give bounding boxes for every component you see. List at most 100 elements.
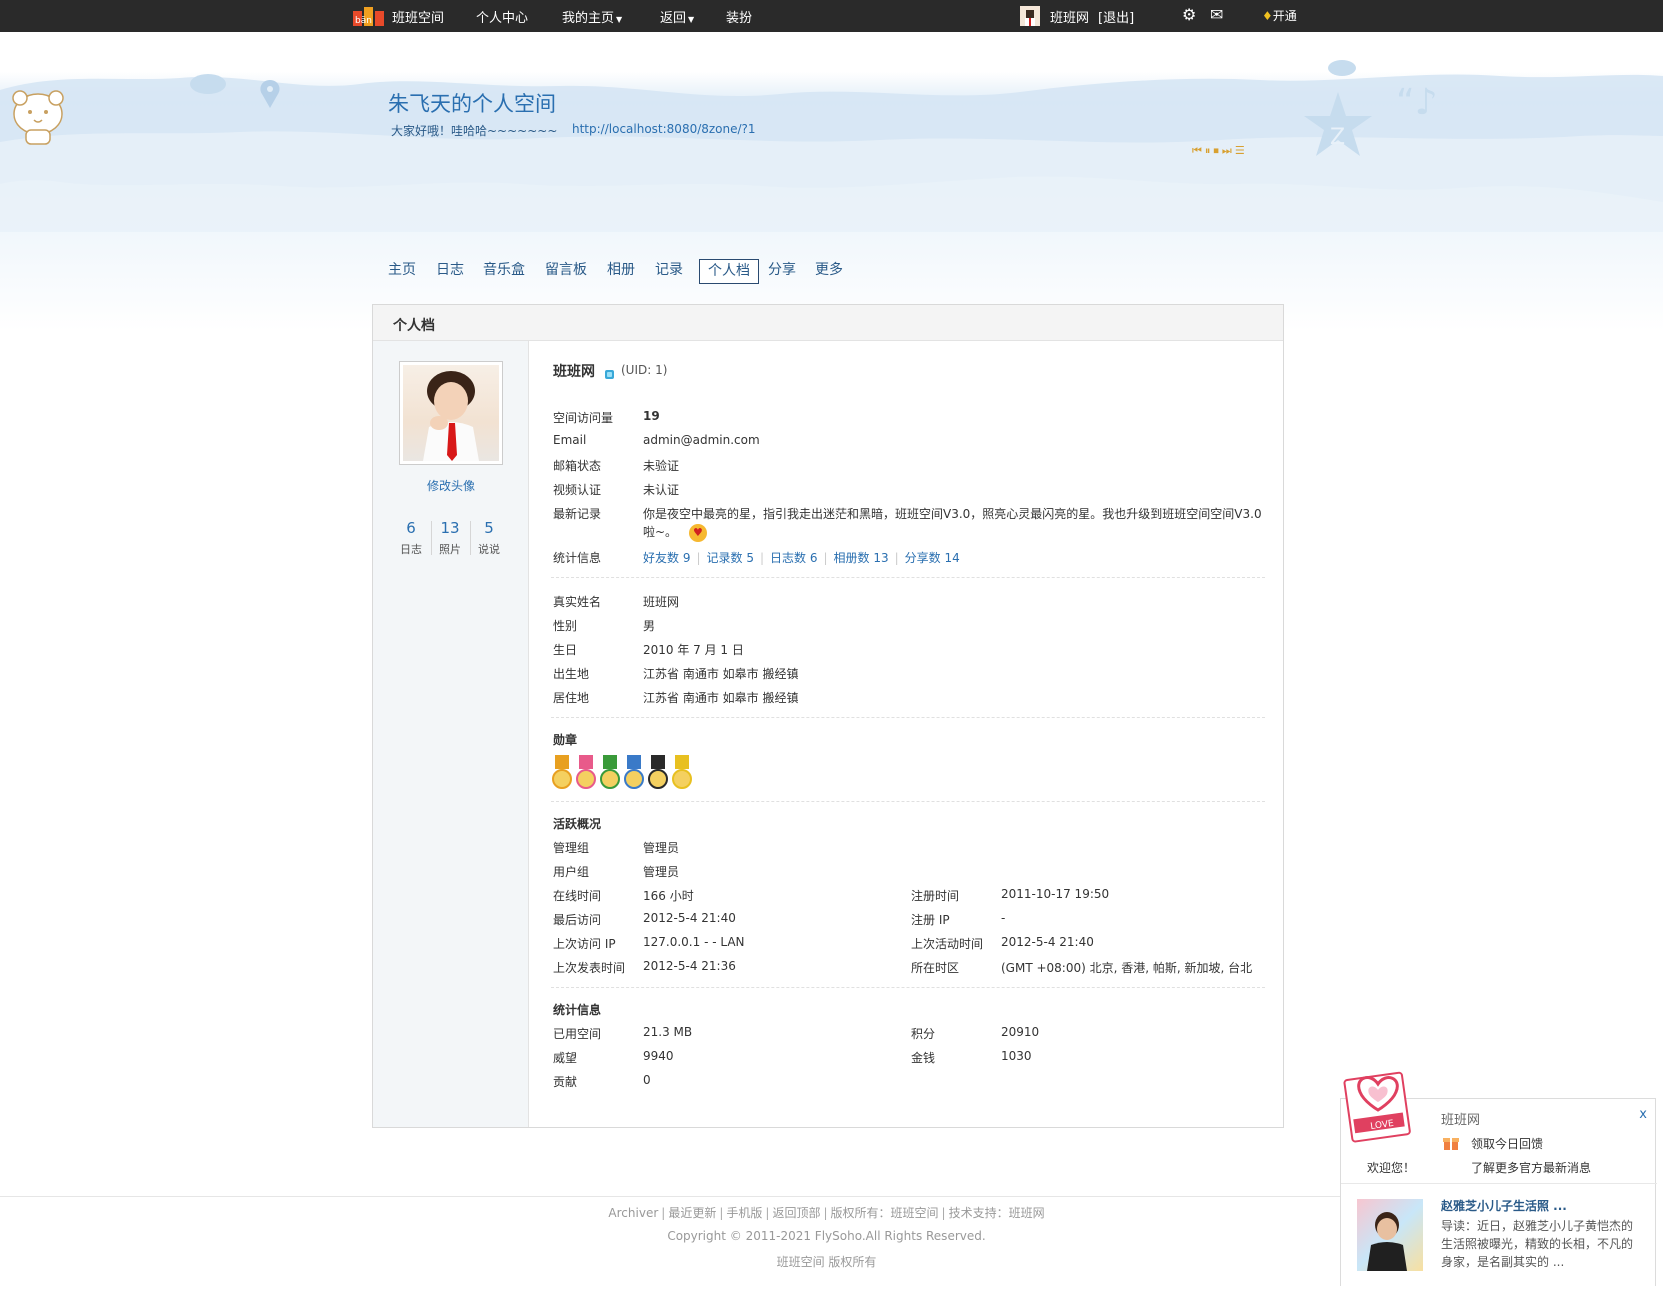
tab-more[interactable]: 更多	[807, 259, 851, 284]
timezone-value: (GMT +08:00) 北京, 香港, 帕斯, 新加坡, 台北	[1001, 961, 1253, 975]
tab-home[interactable]: 主页	[380, 259, 424, 284]
statistics-title: 统计信息	[553, 1003, 602, 1017]
site-name-link[interactable]: 班班空间	[392, 7, 444, 26]
money-label: 金钱	[911, 1051, 936, 1065]
medal-icon[interactable]	[575, 755, 597, 791]
last-post-label: 上次发表时间	[553, 961, 626, 975]
tab-records[interactable]: 记录	[647, 259, 691, 284]
blogs-count-link[interactable]: 日志数 6	[770, 551, 817, 565]
open-vip-link[interactable]: ♦开通	[1262, 7, 1297, 24]
playlist-icon[interactable]: ☰	[1235, 144, 1248, 157]
change-avatar-link[interactable]: 修改头像	[373, 477, 529, 494]
space-banner: Z “♪ 朱飞天的个人空间 大家好哦！哇哈哈~~~~~~~ http://loc…	[0, 32, 1663, 332]
tab-guestbook[interactable]: 留言板	[537, 259, 595, 284]
tab-share[interactable]: 分享	[760, 259, 804, 284]
daily-reward-link[interactable]: 领取今日回馈	[1471, 1135, 1543, 1152]
stat-moods[interactable]: 5 说说	[469, 519, 509, 557]
profile-panel: 个人档 修改头像 6 日志 13 照片 5 说说 班班网 (UID: 1) 空间…	[372, 304, 1284, 1128]
birthday-value: 2010 年 7 月 1 日	[643, 643, 744, 657]
personal-center-link[interactable]: 个人中心	[476, 7, 528, 26]
friends-count-link[interactable]: 好友数 9	[643, 551, 690, 565]
admin-group-label: 管理组	[553, 841, 590, 855]
my-home-menu[interactable]: 我的主页 ▼	[562, 7, 622, 26]
logout-link[interactable]: [退出]	[1098, 7, 1134, 26]
medal-icon[interactable]	[551, 755, 573, 791]
divider: |	[765, 1206, 770, 1220]
residence-label: 居住地	[553, 691, 590, 705]
footer-support-link[interactable]: 技术支持：班班网	[949, 1206, 1045, 1220]
shares-count-link[interactable]: 分享数 14	[905, 551, 960, 565]
previous-track-icon[interactable]: ⏮	[1192, 144, 1205, 157]
notice-username[interactable]: 班班网	[1441, 1109, 1480, 1128]
article-title-link[interactable]: 赵雅芝小儿子生活照 ...	[1441, 1197, 1567, 1214]
latest-label: 最新记录	[553, 507, 602, 521]
profile-username: 班班网	[553, 364, 595, 380]
used-space-label: 已用空间	[553, 1027, 602, 1041]
close-icon[interactable]: x	[1639, 1107, 1647, 1122]
email-status-label: 邮箱状态	[553, 459, 602, 473]
user-group-link[interactable]: 管理员	[643, 863, 679, 880]
avatar-photo	[423, 371, 479, 461]
smiley-icon: ♥	[688, 523, 707, 542]
open-vip-label: 开通	[1272, 9, 1297, 23]
admin-group-link[interactable]: 管理员	[643, 839, 679, 856]
email-label: Email	[553, 433, 587, 447]
tab-album[interactable]: 相册	[599, 259, 643, 284]
next-track-icon[interactable]: ⏭	[1222, 144, 1235, 157]
love-card-icon[interactable]: LOVE	[1340, 1066, 1416, 1146]
points-label: 积分	[911, 1027, 936, 1041]
footer-copyright-link[interactable]: 版权所有：班班空间	[831, 1206, 939, 1220]
video-value: 未认证	[643, 483, 680, 497]
decorate-link[interactable]: 装扮	[726, 7, 752, 26]
article-thumbnail[interactable]	[1357, 1199, 1423, 1271]
mail-icon[interactable]: ✉	[1210, 6, 1223, 24]
footer-mobile-link[interactable]: 手机版	[726, 1206, 762, 1220]
residence-value: 江苏省 南通市 如皋市 搬经镇	[643, 691, 799, 705]
stat-blogs[interactable]: 6 日志	[391, 519, 431, 557]
footer-archiver-link[interactable]: Archiver	[608, 1206, 658, 1220]
register-ip-label: 注册 IP	[911, 913, 950, 927]
username-link[interactable]: 班班网	[1050, 7, 1089, 26]
medal-icon[interactable]	[599, 755, 621, 791]
gender-label: 性别	[553, 619, 578, 633]
footer-top-link[interactable]: 返回顶部	[772, 1206, 820, 1220]
points-value: 20910	[1001, 1025, 1040, 1039]
contrib-value: 0	[643, 1073, 651, 1087]
medal-icon[interactable]	[623, 755, 645, 791]
records-count-link[interactable]: 记录数 5	[707, 551, 754, 565]
stat-photos-value: 13	[440, 519, 460, 537]
stats-links: 好友数 9 | 记录数 5 | 日志数 6 | 相册数 13 | 分享数 14	[643, 549, 960, 566]
avatar[interactable]	[399, 361, 503, 465]
svg-text:“♪: “♪	[1396, 82, 1438, 123]
back-menu[interactable]: 返回 ▼	[660, 7, 694, 26]
medal-icon[interactable]	[647, 755, 669, 791]
user-avatar-icon[interactable]	[1020, 6, 1040, 26]
albums-count-link[interactable]: 相册数 13	[834, 551, 889, 565]
latest-record-text: 你是夜空中最亮的星，指引我走出迷茫和黑暗，班班空间V3.0，照亮心灵最闪亮的星。…	[643, 507, 1262, 539]
register-value: 2011-10-17 19:50	[1001, 887, 1110, 901]
online-status-icon	[605, 370, 614, 379]
chevron-down-icon: ▼	[688, 15, 695, 24]
official-news-link[interactable]: 了解更多官方最新消息	[1471, 1159, 1591, 1176]
footer-recent-link[interactable]: 最近更新	[668, 1206, 716, 1220]
gear-icon[interactable]: ⚙	[1182, 6, 1196, 24]
space-title[interactable]: 朱飞天的个人空间	[388, 88, 556, 118]
stat-photos[interactable]: 13 照片	[430, 519, 470, 557]
svg-text:Z: Z	[1330, 125, 1345, 150]
section-divider	[551, 801, 1265, 802]
diamond-icon: ♦	[1262, 9, 1273, 23]
tab-blog[interactable]: 日志	[428, 259, 472, 284]
site-logo-icon[interactable]: bān	[352, 2, 386, 28]
stop-icon[interactable]: ⏹	[1213, 144, 1222, 157]
tab-profile[interactable]: 个人档	[699, 259, 759, 284]
gender-value: 男	[643, 619, 656, 633]
medal-icon[interactable]	[671, 755, 693, 791]
register-ip-value: -	[1001, 911, 1006, 925]
tab-music-box[interactable]: 音乐盒	[475, 259, 533, 284]
stats-label: 统计信息	[553, 551, 602, 565]
section-divider	[551, 577, 1265, 578]
space-url-link[interactable]: http://localhost:8080/8zone/?1	[572, 122, 756, 136]
last-ip-label: 上次访问 IP	[553, 937, 616, 951]
panel-header: 个人档	[373, 305, 1283, 341]
gift-icon	[1443, 1138, 1459, 1150]
